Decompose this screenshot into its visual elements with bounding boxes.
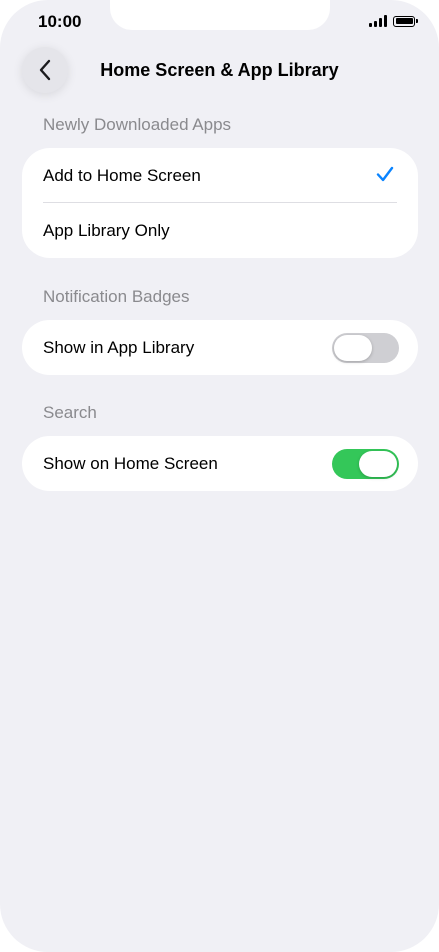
- option-app-library-only[interactable]: App Library Only: [22, 203, 418, 258]
- show-on-home-screen-toggle[interactable]: [332, 449, 399, 479]
- show-in-app-library-toggle[interactable]: [332, 333, 399, 363]
- row-label: Show on Home Screen: [43, 453, 218, 473]
- notch: [110, 0, 330, 30]
- section-header-newly-downloaded: Newly Downloaded Apps: [43, 115, 232, 134]
- section-header-search: Search: [43, 403, 97, 422]
- checkmark-icon: [376, 166, 394, 182]
- battery-icon: [393, 15, 418, 27]
- row-show-in-app-library: Show in App Library: [22, 320, 418, 375]
- section-header-notification-badges: Notification Badges: [43, 287, 190, 306]
- option-label: Add to Home Screen: [43, 165, 201, 185]
- status-bar: 10:00: [0, 0, 439, 44]
- option-add-to-home-screen[interactable]: Add to Home Screen: [22, 148, 418, 203]
- row-label: Show in App Library: [43, 337, 195, 357]
- toggle-knob: [359, 451, 397, 477]
- toggle-knob: [334, 335, 372, 361]
- status-time: 10:00: [38, 12, 82, 31]
- search-card: Show on Home Screen: [22, 436, 418, 491]
- newly-downloaded-card: Add to Home Screen App Library Only: [22, 148, 418, 258]
- phone-screen: 10:00 Home Screen & App Library Newly Do…: [0, 0, 439, 952]
- option-label: App Library Only: [43, 220, 170, 240]
- cellular-signal-icon: [369, 15, 387, 27]
- notification-badges-card: Show in App Library: [22, 320, 418, 375]
- page-title: Home Screen & App Library: [100, 60, 339, 80]
- status-icons: [369, 15, 418, 27]
- row-show-on-home-screen: Show on Home Screen: [22, 436, 418, 491]
